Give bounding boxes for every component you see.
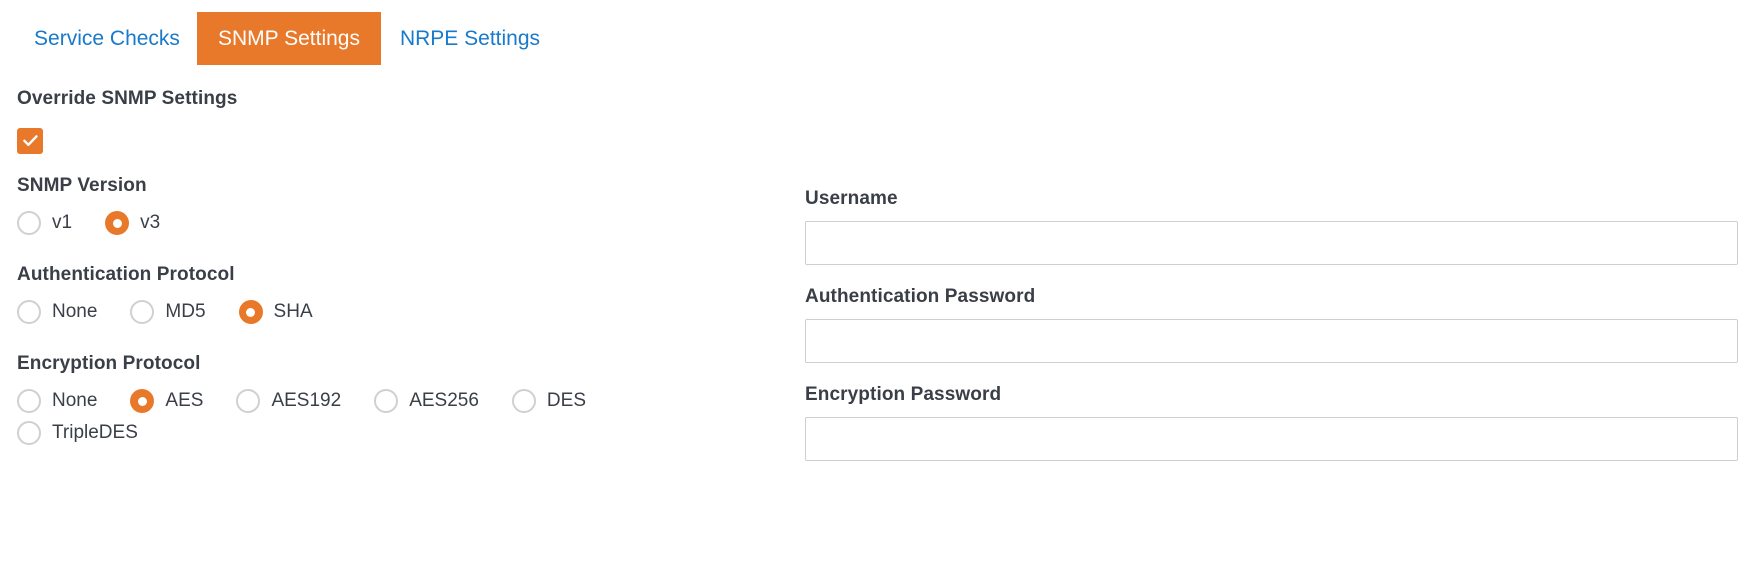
radio-option-v1[interactable]: v1 (17, 211, 72, 235)
authentication-protocol-group: Authentication Protocol None MD5 SHA (17, 264, 777, 332)
authentication-protocol-label: Authentication Protocol (17, 264, 235, 285)
radio-unchecked-icon (236, 389, 261, 413)
check-icon (22, 135, 38, 147)
override-snmp-settings-checkbox[interactable] (17, 128, 43, 154)
snmp-settings-left-column: Override SNMP Settings SNMP Version v1 v… (17, 88, 777, 453)
authentication-password-input[interactable] (805, 319, 1738, 363)
radio-label-none-encryption: None (52, 390, 98, 411)
radio-option-none-auth[interactable]: None (17, 300, 97, 324)
radio-option-v3[interactable]: v3 (105, 211, 160, 235)
radio-option-aes192[interactable]: AES192 (236, 389, 341, 413)
radio-unchecked-icon (374, 389, 399, 413)
radio-unchecked-icon (17, 211, 41, 235)
override-snmp-settings-group: Override SNMP Settings (17, 88, 777, 154)
tab-service-checks[interactable]: Service Checks (20, 12, 194, 65)
radio-label-md5: MD5 (165, 301, 206, 322)
tab-snmp-settings[interactable]: SNMP Settings (197, 12, 381, 65)
radio-option-none-encryption[interactable]: None (17, 389, 97, 413)
radio-unchecked-icon (511, 389, 536, 413)
tab-bar: Service Checks SNMP Settings NRPE Settin… (0, 0, 1755, 66)
radio-checked-icon (130, 389, 155, 413)
authentication-password-label: Authentication Password (805, 286, 1036, 307)
radio-label-none-auth: None (52, 301, 98, 322)
radio-label-aes256: AES256 (409, 390, 479, 411)
override-snmp-settings-label: Override SNMP Settings (17, 88, 238, 109)
username-label: Username (805, 188, 898, 209)
snmp-version-radio-group: v1 v3 (17, 211, 777, 243)
radio-label-v3: v3 (140, 212, 161, 233)
radio-checked-icon (105, 211, 130, 235)
snmp-credentials-right-column: Username Authentication Password Encrypt… (805, 188, 1738, 461)
radio-unchecked-icon (130, 300, 155, 324)
authentication-password-group: Authentication Password (805, 286, 1738, 363)
tab-nrpe-settings[interactable]: NRPE Settings (384, 12, 556, 65)
radio-option-md5[interactable]: MD5 (130, 300, 206, 324)
authentication-protocol-radio-group: None MD5 SHA (17, 300, 777, 332)
radio-label-aes192: AES192 (271, 390, 342, 411)
encryption-password-group: Encryption Password (805, 384, 1738, 461)
username-input[interactable] (805, 221, 1738, 265)
radio-unchecked-icon (17, 300, 41, 324)
encryption-protocol-group: Encryption Protocol None AES AES192 AES2… (17, 353, 777, 453)
radio-label-des: DES (546, 390, 586, 411)
radio-label-sha: SHA (273, 301, 313, 322)
radio-option-tripledes[interactable]: TripleDES (17, 421, 138, 445)
radio-checked-icon (238, 300, 263, 324)
radio-label-v1: v1 (52, 212, 73, 233)
encryption-protocol-label: Encryption Protocol (17, 353, 201, 374)
snmp-version-label: SNMP Version (17, 175, 147, 196)
radio-label-aes: AES (165, 390, 204, 411)
radio-label-tripledes: TripleDES (52, 422, 138, 443)
radio-option-aes256[interactable]: AES256 (374, 389, 479, 413)
radio-option-des[interactable]: DES (511, 389, 586, 413)
radio-unchecked-icon (17, 389, 41, 413)
encryption-password-input[interactable] (805, 417, 1738, 461)
radio-option-aes[interactable]: AES (130, 389, 203, 413)
radio-option-sha[interactable]: SHA (238, 300, 313, 324)
encryption-password-label: Encryption Password (805, 384, 1002, 405)
username-group: Username (805, 188, 1738, 265)
radio-unchecked-icon (17, 421, 41, 445)
encryption-protocol-radio-group: None AES AES192 AES256 DES TripleDES (17, 389, 657, 453)
snmp-version-group: SNMP Version v1 v3 (17, 175, 777, 243)
